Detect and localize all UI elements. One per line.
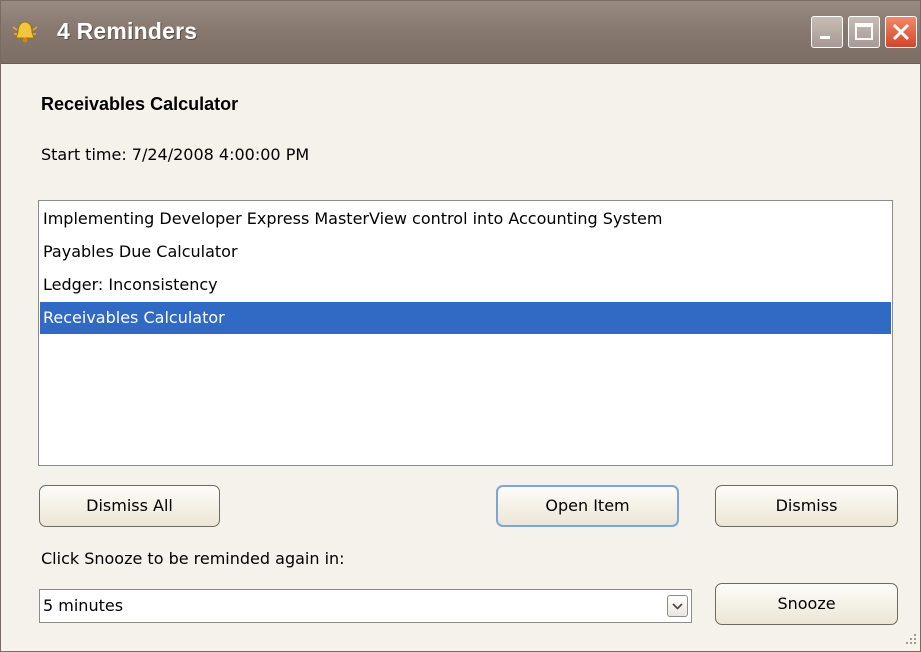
- close-button[interactable]: [885, 16, 917, 48]
- start-time-label: Start time: 7/24/2008 4:00:00 PM: [41, 145, 310, 164]
- reminders-window: 4 Reminders Receivables Calculator Start…: [0, 0, 921, 652]
- snooze-duration-select[interactable]: 5 minutes: [39, 589, 692, 623]
- snooze-duration-value: 5 minutes: [43, 596, 124, 615]
- window-title: 4 Reminders: [57, 18, 198, 44]
- close-icon: [892, 23, 910, 41]
- maximize-button[interactable]: [848, 16, 880, 48]
- dropdown-button[interactable]: [667, 595, 688, 617]
- reminder-subject: Receivables Calculator: [41, 94, 239, 114]
- snooze-label: Click Snooze to be reminded again in:: [41, 549, 345, 568]
- list-item-selected[interactable]: Receivables Calculator: [40, 302, 891, 334]
- maximize-icon: [855, 23, 873, 40]
- title-bar[interactable]: 4 Reminders: [1, 1, 920, 64]
- snooze-button[interactable]: Snooze: [715, 583, 898, 625]
- reminder-bell-icon: [11, 19, 39, 47]
- chevron-down-icon: [672, 603, 683, 610]
- dismiss-all-button[interactable]: Dismiss All: [39, 485, 220, 527]
- list-item[interactable]: Payables Due Calculator: [40, 236, 891, 268]
- resize-grip-icon[interactable]: [899, 631, 919, 651]
- minimize-icon: [820, 36, 830, 39]
- list-item[interactable]: Ledger: Inconsistency: [40, 269, 891, 301]
- open-item-button[interactable]: Open Item: [496, 485, 679, 527]
- reminders-list[interactable]: Implementing Developer Express MasterVie…: [38, 200, 893, 466]
- minimize-button[interactable]: [811, 16, 843, 48]
- list-item[interactable]: Implementing Developer Express MasterVie…: [40, 203, 891, 235]
- dismiss-button[interactable]: Dismiss: [715, 485, 898, 527]
